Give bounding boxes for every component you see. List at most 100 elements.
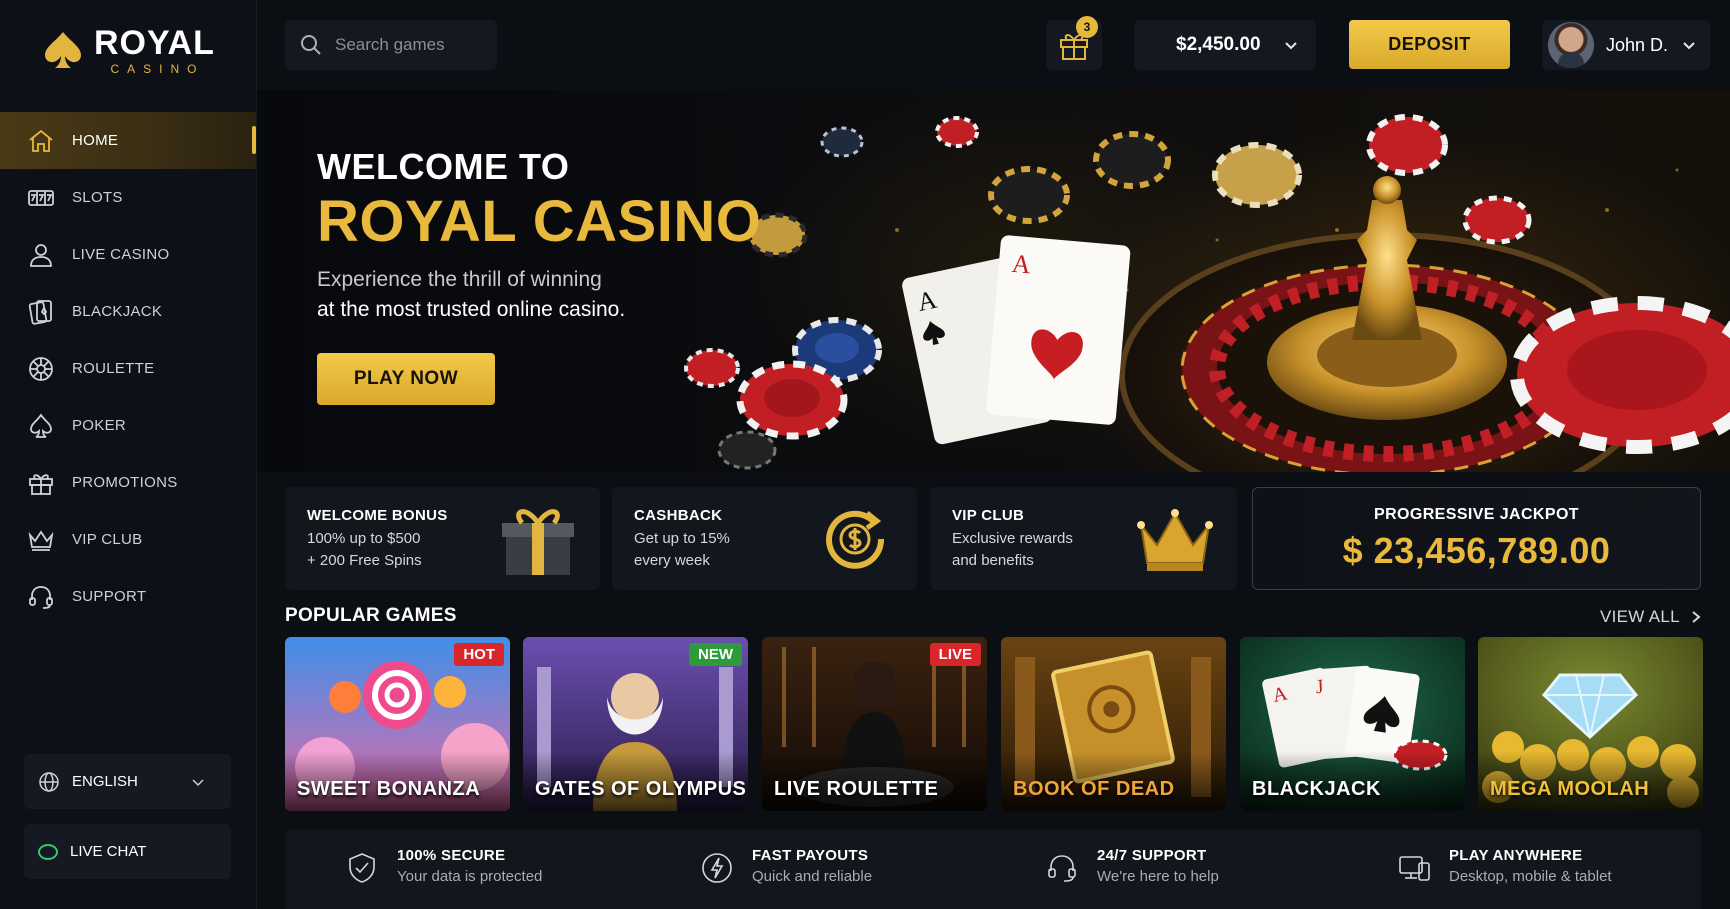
jackpot-amount: $ 23,456,789.00 xyxy=(1342,530,1611,571)
sidebar-item-label: HOME xyxy=(72,132,119,149)
features-bar: 100% SECURE Your data is protected FAST P… xyxy=(285,829,1701,909)
chevron-down-icon xyxy=(1683,42,1695,50)
hero-subtitle-line2: at the most trusted online casino. xyxy=(317,298,626,321)
language-selector[interactable]: ENGLISH xyxy=(24,754,231,809)
bolt-icon xyxy=(702,853,732,883)
sidebar-item-label: POKER xyxy=(72,417,127,434)
feature-sub: We're here to help xyxy=(1097,868,1219,885)
game-title: BLACKJACK xyxy=(1252,778,1381,800)
search-icon xyxy=(301,35,321,55)
promo-card-welcome-bonus[interactable]: WELCOME BONUS 100% up to $500 + 200 Free… xyxy=(285,487,600,590)
new-badge: NEW xyxy=(689,643,742,666)
promo-line1: 100% up to $500 xyxy=(307,530,421,547)
hero-banner: A A WELCOME TO ROYAL CASINO Experience t… xyxy=(257,90,1730,472)
progressive-jackpot: PROGRESSIVE JACKPOT $ 23,456,789.00 xyxy=(1252,487,1701,590)
promo-line2: + 200 Free Spins xyxy=(307,552,422,569)
chevron-down-icon xyxy=(192,778,204,786)
chat-bubble-icon xyxy=(38,843,58,860)
live-chat-button[interactable]: LIVE CHAT xyxy=(24,824,231,879)
sidebar-item-live-casino[interactable]: LIVE CASINO xyxy=(0,226,256,283)
sidebar-item-label: VIP CLUB xyxy=(72,531,143,548)
game-title: GATES OF OLYMPUS xyxy=(535,778,747,800)
sidebar-item-poker[interactable]: POKER xyxy=(0,397,256,454)
promo-card-cashback[interactable]: CASHBACK Get up to 15% every week xyxy=(612,487,917,590)
view-all-link[interactable]: VIEW ALL xyxy=(1600,607,1702,627)
game-card-mega-moolah[interactable]: MEGA MOOLAH xyxy=(1478,637,1703,811)
sidebar-item-support[interactable]: SUPPORT xyxy=(0,568,256,625)
hero-title-line1: WELCOME TO xyxy=(317,146,570,187)
promo-title: CASHBACK xyxy=(634,507,723,524)
sidebar-item-home[interactable]: HOME xyxy=(0,112,256,169)
user-icon xyxy=(26,240,56,270)
feature-play-anywhere: PLAY ANYWHERE Desktop, mobile & tablet xyxy=(1397,847,1612,885)
sidebar-item-blackjack[interactable]: BLACKJACK xyxy=(0,283,256,340)
headset-icon xyxy=(1048,855,1076,882)
slots-icon xyxy=(26,183,56,213)
promo-card-vip-club[interactable]: VIP CLUB Exclusive rewards and benefits xyxy=(930,487,1237,590)
sidebar-item-roulette[interactable]: ROULETTE xyxy=(0,340,256,397)
live-chat-label: LIVE CHAT xyxy=(70,843,147,860)
spade-icon xyxy=(26,411,56,441)
jackpot-title: PROGRESSIVE JACKPOT xyxy=(1374,506,1579,523)
feature-title: 24/7 SUPPORT xyxy=(1097,847,1207,864)
chevron-right-icon xyxy=(1692,611,1701,623)
hot-badge: HOT xyxy=(454,643,504,666)
promo-line2: and benefits xyxy=(952,552,1034,569)
game-title: MEGA MOOLAH xyxy=(1490,778,1650,800)
crown-icon xyxy=(26,525,56,555)
gift-box-icon xyxy=(502,509,574,575)
feature-sub: Your data is protected xyxy=(397,868,543,885)
deposit-button[interactable]: DEPOSIT xyxy=(1349,20,1510,69)
sidebar-item-label: SUPPORT xyxy=(72,588,147,605)
notification-badge: 3 xyxy=(1076,16,1098,38)
feature-secure: 100% SECURE Your data is protected xyxy=(345,847,542,885)
feature-sub: Desktop, mobile & tablet xyxy=(1449,868,1612,885)
gift-icon xyxy=(26,468,56,498)
sidebar-item-vip-club[interactable]: VIP CLUB xyxy=(0,511,256,568)
popular-games-title: POPULAR GAMES xyxy=(285,605,457,626)
sidebar: ROYAL CASINO HOME SLOTS LIVE CASINO BLAC… xyxy=(0,0,257,909)
game-card-blackjack[interactable]: A J BLACKJACK xyxy=(1240,637,1465,811)
search-input[interactable] xyxy=(335,35,485,55)
game-card-gates-of-olympus[interactable]: NEW GATES OF OLYMPUS xyxy=(523,637,748,811)
sidebar-item-label: BLACKJACK xyxy=(72,303,163,320)
spade-logo-icon xyxy=(45,32,81,68)
sidebar-item-label: SLOTS xyxy=(72,189,123,206)
play-now-button[interactable]: PLAY NOW xyxy=(317,353,495,405)
language-label: ENGLISH xyxy=(72,773,138,790)
live-badge: LIVE xyxy=(929,643,981,666)
sidebar-item-label: LIVE CASINO xyxy=(72,246,170,263)
globe-icon xyxy=(39,771,59,792)
brand-logo[interactable]: ROYAL CASINO xyxy=(40,26,215,76)
roulette-icon xyxy=(26,354,56,384)
balance-dropdown[interactable]: $2,450.00 xyxy=(1134,20,1316,70)
chevron-down-icon xyxy=(1285,42,1297,50)
brand-sub: CASINO xyxy=(110,62,205,76)
cards-icon xyxy=(26,297,56,327)
headset-icon xyxy=(26,582,56,612)
game-title: LIVE ROULETTE xyxy=(774,778,939,800)
sidebar-item-promotions[interactable]: PROMOTIONS xyxy=(0,454,256,511)
promo-title: VIP CLUB xyxy=(952,507,1025,524)
user-name: John D. xyxy=(1606,34,1669,55)
avatar xyxy=(1548,22,1594,68)
promo-line1: Get up to 15% xyxy=(634,530,730,547)
game-title: BOOK OF DEAD xyxy=(1013,778,1175,800)
balance-amount: $2,450.00 xyxy=(1176,34,1261,55)
game-card-sweet-bonanza[interactable]: HOT SWEET BONANZA xyxy=(285,637,510,811)
game-card-live-roulette[interactable]: LIVE LIVE ROULETTE xyxy=(762,637,987,811)
sidebar-item-label: PROMOTIONS xyxy=(72,474,178,491)
promo-title: WELCOME BONUS xyxy=(307,507,448,524)
shield-icon xyxy=(349,853,375,883)
user-menu[interactable]: John D. xyxy=(1542,20,1710,70)
feature-fast-payouts: FAST PAYOUTS Quick and reliable xyxy=(700,847,872,885)
promo-line1: Exclusive rewards xyxy=(952,530,1073,547)
feature-title: FAST PAYOUTS xyxy=(752,847,869,864)
game-card-book-of-dead[interactable]: BOOK OF DEAD xyxy=(1001,637,1226,811)
sidebar-item-slots[interactable]: SLOTS xyxy=(0,169,256,226)
rewards-button[interactable]: 3 xyxy=(1046,16,1102,70)
cashback-icon xyxy=(826,510,885,569)
feature-title: PLAY ANYWHERE xyxy=(1449,847,1583,864)
promo-line2: every week xyxy=(634,552,710,569)
search-bar[interactable] xyxy=(285,20,497,70)
